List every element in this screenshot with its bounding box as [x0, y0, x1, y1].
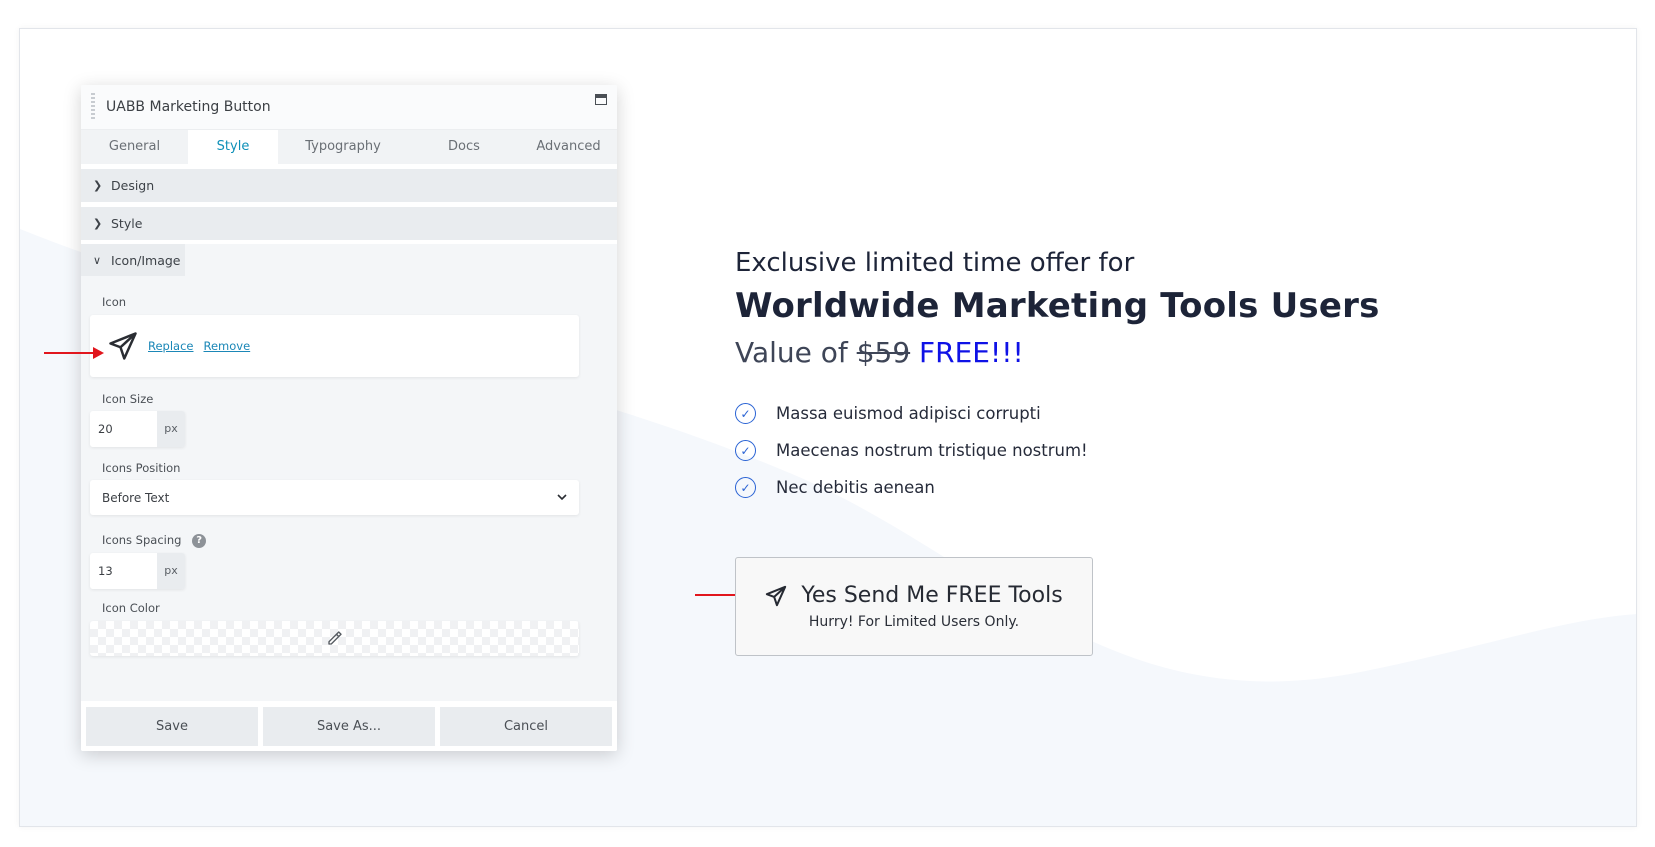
section-icon-image-label: Icon/Image	[111, 252, 181, 268]
section-style-label: Style	[111, 216, 143, 231]
tab-general[interactable]: General	[81, 130, 188, 164]
section-icon-image[interactable]: ∨ Icon/Image	[81, 244, 617, 276]
list-item-text: Nec debitis aenean	[776, 478, 935, 497]
icon-label: Icon	[102, 295, 127, 309]
marketing-button-main: Yes Send Me FREE Tools	[765, 583, 1063, 608]
promo-headline: Worldwide Marketing Tools Users	[735, 286, 1380, 326]
icons-spacing-value[interactable]: 13	[90, 552, 157, 589]
section-style[interactable]: ❯ Style	[81, 207, 617, 240]
panel-footer: Save Save As... Cancel	[81, 701, 617, 751]
section-design-label: Design	[111, 178, 155, 193]
icon-size-label: Icon Size	[102, 392, 154, 406]
icon-color-label: Icon Color	[102, 600, 160, 615]
drag-handle[interactable]	[91, 93, 95, 121]
cancel-button[interactable]: Cancel	[440, 707, 612, 746]
paper-plane-icon	[109, 332, 137, 360]
icons-spacing-unit: px	[157, 552, 185, 589]
tab-bar: General Style Typography Docs Advanced	[81, 130, 617, 164]
feature-list: ✓ Massa euismod adipisci corrupti ✓ Maec…	[735, 395, 1380, 506]
check-circle-icon: ✓	[735, 440, 756, 461]
icons-spacing-label-row: Icons Spacing ?	[90, 533, 617, 548]
save-button[interactable]: Save	[86, 707, 258, 746]
list-item: ✓ Nec debitis aenean	[735, 469, 1380, 506]
tab-typography[interactable]: Typography	[278, 130, 408, 164]
promo-value-line: Value of $59 FREE!!!	[735, 336, 1380, 369]
promo-line1: Exclusive limited time offer for	[735, 248, 1135, 278]
old-price: $59	[856, 336, 911, 369]
chevron-right-icon: ❯	[93, 217, 103, 230]
save-as-button[interactable]: Save As...	[263, 707, 435, 746]
panel-header: UABB Marketing Button	[81, 85, 617, 130]
icon-size-unit: px	[157, 411, 185, 447]
icon-color-picker[interactable]	[90, 620, 579, 656]
promo-block: Exclusive limited time offer for Worldwi…	[735, 248, 1380, 506]
tab-style[interactable]: Style	[188, 130, 278, 164]
check-circle-icon: ✓	[735, 477, 756, 498]
replace-icon-link[interactable]: Replace	[148, 339, 194, 353]
value-prefix: Value of	[735, 336, 848, 369]
chevron-down-icon	[557, 494, 567, 501]
tab-advanced[interactable]: Advanced	[520, 130, 617, 164]
list-item-text: Maecenas nostrum tristique nostrum!	[776, 441, 1088, 460]
icons-position-label: Icons Position	[102, 461, 181, 475]
remove-icon-link[interactable]: Remove	[204, 339, 251, 353]
list-item-text: Massa euismod adipisci corrupti	[776, 404, 1041, 423]
free-text: FREE!!!	[919, 336, 1024, 369]
icons-spacing-label: Icons Spacing	[102, 533, 182, 547]
section-design[interactable]: ❯ Design	[81, 169, 617, 202]
icon-picker: Replace Remove	[90, 315, 579, 377]
chevron-right-icon: ❯	[93, 179, 103, 192]
marketing-button-title: Yes Send Me FREE Tools	[801, 583, 1063, 608]
annotation-arrow-icon	[44, 347, 104, 359]
check-circle-icon: ✓	[735, 403, 756, 424]
settings-panel: UABB Marketing Button General Style Typo…	[81, 85, 617, 751]
list-item: ✓ Maecenas nostrum tristique nostrum!	[735, 432, 1380, 469]
help-icon[interactable]: ?	[192, 533, 207, 548]
tab-docs[interactable]: Docs	[408, 130, 520, 164]
eyedropper-icon[interactable]	[326, 629, 344, 647]
icons-spacing-field[interactable]: 13 px	[90, 552, 185, 589]
marketing-button[interactable]: Yes Send Me FREE Tools Hurry! For Limite…	[735, 557, 1093, 656]
panel-title: UABB Marketing Button	[106, 99, 271, 115]
marketing-button-subtitle: Hurry! For Limited Users Only.	[808, 614, 1020, 630]
window-toggle-icon[interactable]	[595, 94, 607, 105]
icon-size-value[interactable]: 20	[90, 411, 157, 447]
icon-size-field[interactable]: 20 px	[90, 411, 185, 447]
chevron-down-icon: ∨	[93, 253, 102, 267]
paper-plane-icon	[766, 585, 787, 606]
section-body: Icon Replace Remove Icon Size 20 px Icon…	[81, 276, 617, 706]
list-item: ✓ Massa euismod adipisci corrupti	[735, 395, 1380, 432]
icons-position-select[interactable]: Before Text	[90, 480, 579, 515]
icons-position-value: Before Text	[102, 490, 170, 505]
